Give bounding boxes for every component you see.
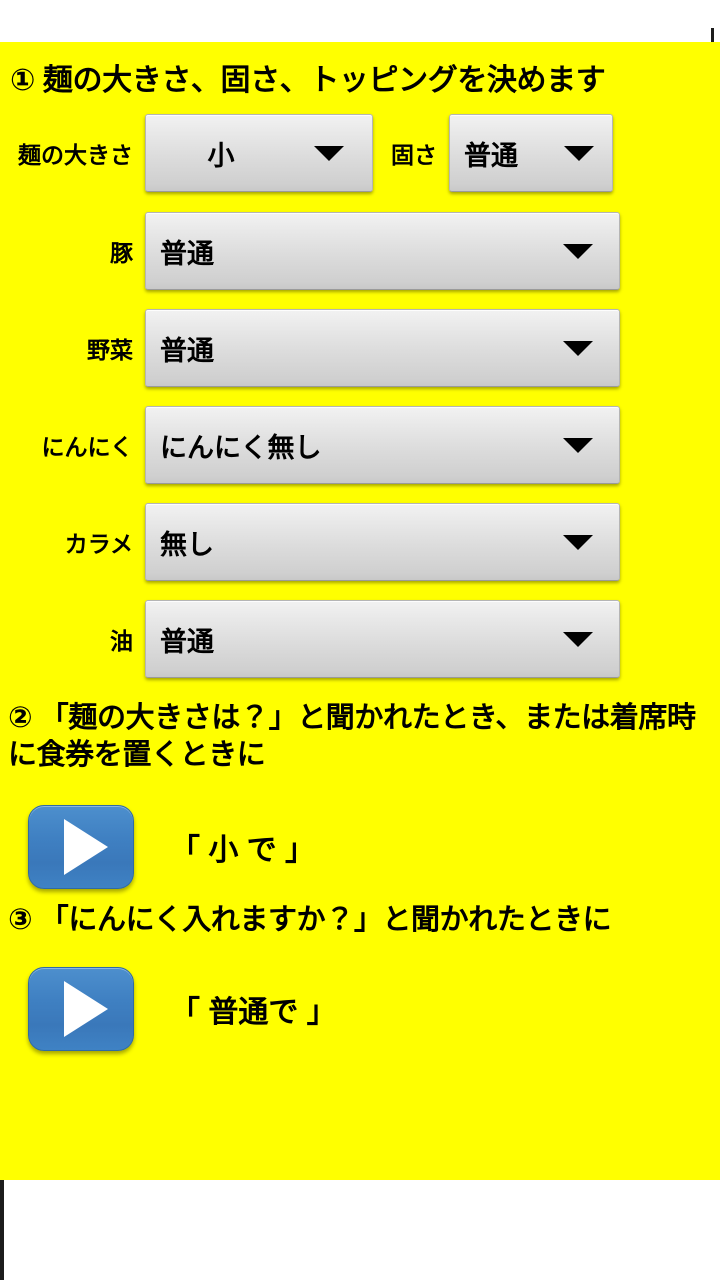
label-karame: カラメ [64,531,133,557]
bottom-pane [0,1180,720,1280]
row-pork: 豚 普通 [0,212,720,290]
play-caption-garlic: 「 普通で 」 [170,996,337,1029]
app-screen: ① 麺の大きさ、固さ、トッピングを決めます 麺の大きさ 小 固さ 普通 豚 普通 [0,0,720,1280]
label-noodle-size: 麺の大きさ [18,142,133,168]
chevron-down-icon [314,146,344,161]
step3-heading: ③ 「にんにく入れますか？」と聞かれたときに [8,904,612,936]
play-icon [64,819,108,875]
dropdown-pork[interactable]: 普通 [145,212,620,290]
row-noodle-size: 麺の大きさ 小 固さ 普通 [0,114,720,192]
dropdown-firmness-value: 普通 [464,140,518,171]
chevron-down-icon [564,146,594,161]
dropdown-noodle-size[interactable]: 小 [145,114,373,192]
dropdown-noodle-size-value: 小 [207,140,235,171]
status-bar [0,0,720,44]
chevron-down-icon [563,438,593,453]
left-edge-rail [0,1180,4,1280]
dropdown-garlic[interactable]: にんにく無し [145,406,620,484]
dropdown-pork-value: 普通 [160,238,214,269]
dropdown-garlic-value: にんにく無し [160,432,322,463]
dropdown-vegetables[interactable]: 普通 [145,309,620,387]
row-vegetables: 野菜 普通 [0,309,720,387]
dropdown-karame-value: 無し [160,529,214,560]
play-row-size: 「 小 で 」 [0,804,720,890]
play-button-size[interactable] [28,805,134,889]
label-vegetables: 野菜 [87,337,133,363]
row-garlic: にんにく にんにく無し [0,406,720,484]
main-content-panel: ① 麺の大きさ、固さ、トッピングを決めます 麺の大きさ 小 固さ 普通 豚 普通 [0,42,720,1180]
dropdown-oil-value: 普通 [160,626,214,657]
dropdown-oil[interactable]: 普通 [145,600,620,678]
label-firmness: 固さ [391,142,437,168]
chevron-down-icon [563,535,593,550]
play-icon [64,981,108,1037]
dropdown-vegetables-value: 普通 [160,335,214,366]
row-oil: 油 普通 [0,600,720,678]
chevron-down-icon [563,341,593,356]
dropdown-firmness[interactable]: 普通 [449,114,613,192]
label-garlic: にんにく [41,434,133,460]
row-karame: カラメ 無し [0,503,720,581]
label-oil: 油 [110,628,133,654]
play-button-garlic[interactable] [28,967,134,1051]
step2-heading: ② 「麺の大きさは？」と聞かれたとき、または着席時に食券を置くときに [8,702,696,772]
step1-heading: ① 麺の大きさ、固さ、トッピングを決めます [10,64,606,97]
play-caption-size: 「 小 で 」 [170,834,316,867]
chevron-down-icon [563,632,593,647]
label-pork: 豚 [110,240,133,266]
dropdown-karame[interactable]: 無し [145,503,620,581]
chevron-down-icon [563,244,593,259]
play-row-garlic: 「 普通で 」 [0,966,720,1052]
